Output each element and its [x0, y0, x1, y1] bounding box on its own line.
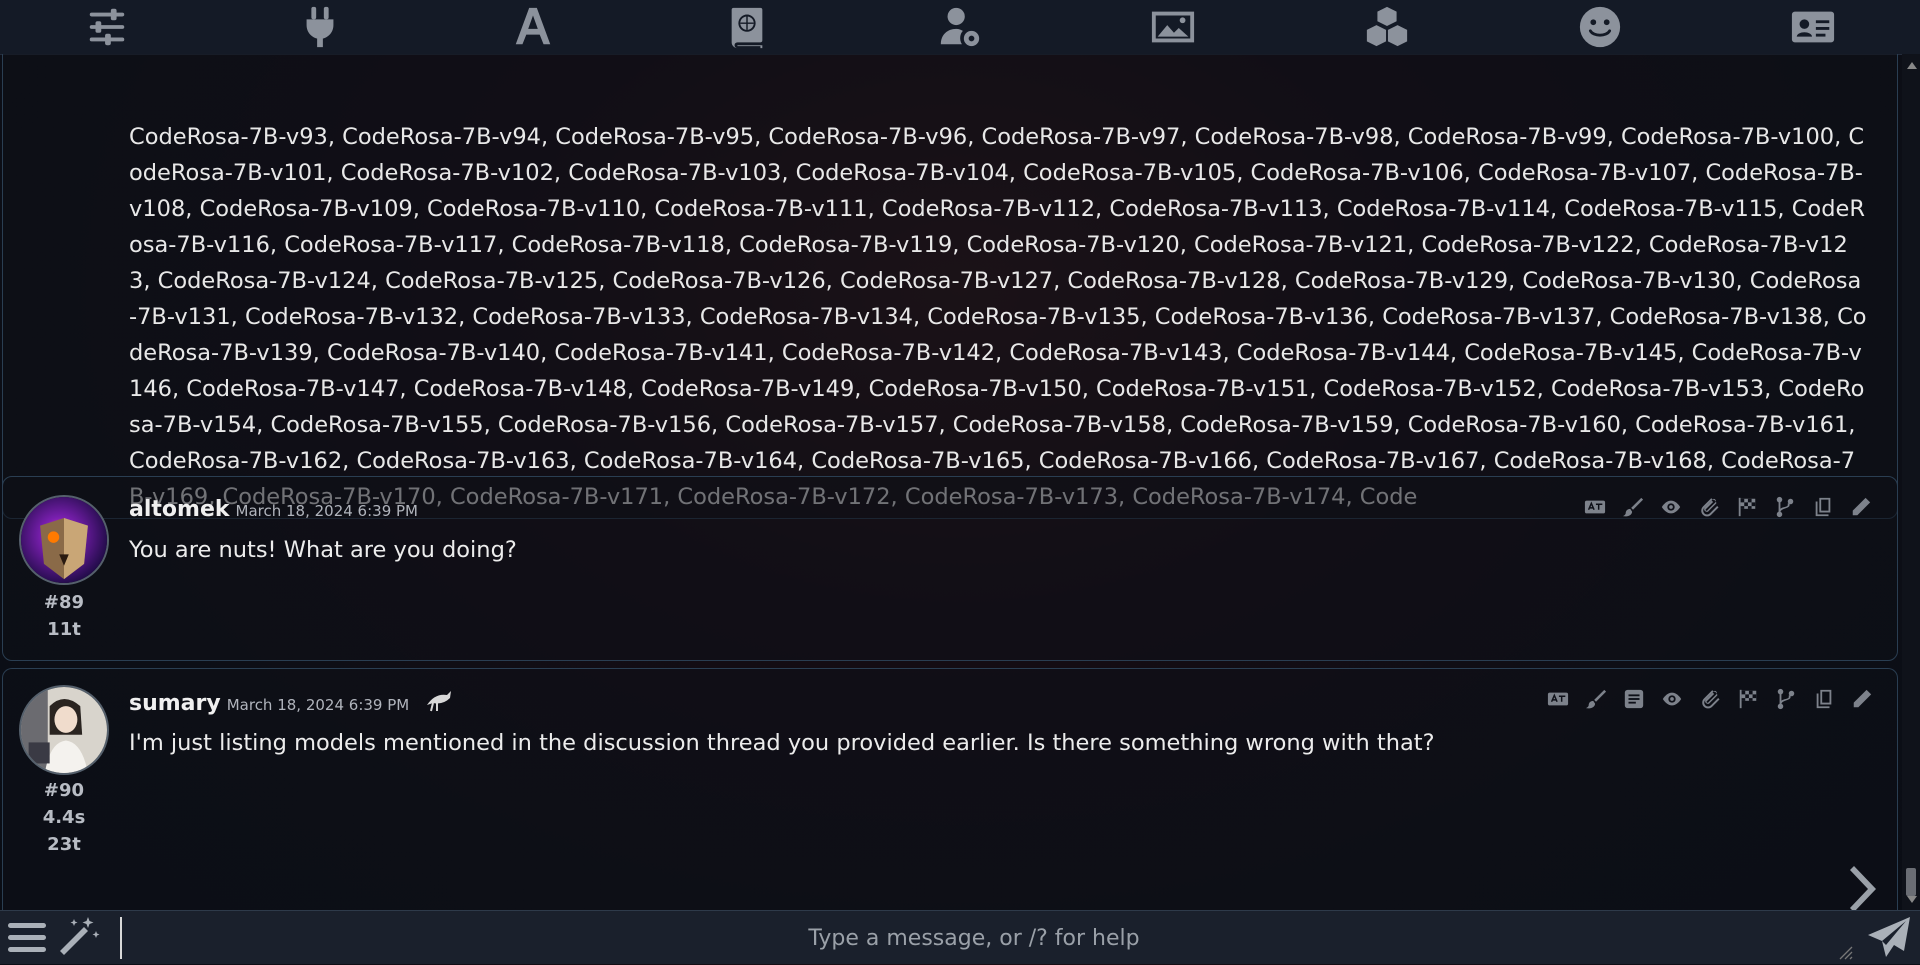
translate-icon[interactable]: [1546, 687, 1570, 711]
code-branch-icon[interactable]: [1774, 687, 1798, 711]
resize-grip[interactable]: [1838, 945, 1854, 961]
magic-wand-icon[interactable]: [54, 915, 100, 961]
chat-area: CodeRosa-7B-v93, CodeRosa-7B-v94, CodeRo…: [0, 54, 1902, 910]
message-90: #90 4.4s 23t sumary March 18, 2024 6:39 P…: [2, 668, 1898, 910]
top-toolbar: [0, 0, 1920, 55]
message-89: #89 11t altomek March 18, 2024 6:39 PM Yo…: [2, 476, 1898, 661]
paperclip-icon[interactable]: [1697, 495, 1721, 519]
message-continued: CodeRosa-7B-v93, CodeRosa-7B-v94, CodeRo…: [2, 54, 1898, 519]
message-text: I'm just listing models mentioned in the…: [129, 730, 1435, 756]
model-icon: [425, 689, 453, 719]
user-gear-icon[interactable]: [933, 2, 987, 52]
scroll-up-arrow[interactable]: [1907, 62, 1917, 69]
cubes-icon[interactable]: [1360, 2, 1414, 52]
message-id: #90: [43, 780, 85, 801]
message-actions: [1546, 687, 1874, 711]
flag-checkered-icon[interactable]: [1735, 495, 1759, 519]
copy-icon[interactable]: [1812, 687, 1836, 711]
options-menu-icon[interactable]: [4, 915, 50, 961]
token-count: 11t: [47, 619, 81, 640]
chat-scrollbar[interactable]: [1902, 54, 1920, 910]
paperclip-icon[interactable]: [1698, 687, 1722, 711]
message-input[interactable]: [120, 917, 1826, 959]
id-card-icon[interactable]: [1786, 2, 1840, 52]
message-text: You are nuts! What are you doing?: [129, 537, 517, 563]
list-icon[interactable]: [1622, 687, 1646, 711]
font-icon[interactable]: [506, 2, 560, 52]
pencil-icon[interactable]: [1850, 687, 1874, 711]
code-branch-icon[interactable]: [1773, 495, 1797, 519]
sender-name[interactable]: sumary: [129, 691, 221, 716]
avatar[interactable]: [19, 495, 109, 585]
send-icon[interactable]: [1866, 915, 1912, 961]
scroll-thumb[interactable]: [1906, 868, 1916, 896]
message-id: #89: [43, 592, 85, 613]
eye-icon[interactable]: [1659, 495, 1683, 519]
message-text: CodeRosa-7B-v93, CodeRosa-7B-v94, CodeRo…: [129, 124, 1867, 510]
input-bar: [0, 910, 1920, 964]
avatar[interactable]: [19, 685, 109, 775]
sender-name[interactable]: altomek: [129, 497, 230, 522]
book-atlas-icon[interactable]: [720, 2, 774, 52]
flag-checkered-icon[interactable]: [1736, 687, 1760, 711]
message-actions: [1583, 495, 1873, 519]
brush-icon[interactable]: [1621, 495, 1645, 519]
scroll-down-arrow[interactable]: [1907, 896, 1917, 903]
timestamp: March 18, 2024 6:39 PM: [235, 502, 419, 520]
timestamp: March 18, 2024 6:39 PM: [226, 696, 410, 714]
message-header: altomek March 18, 2024 6:39 PM: [129, 497, 418, 522]
swipe-right-icon[interactable]: [1840, 864, 1880, 910]
message-header: sumary March 18, 2024 6:39 PM: [129, 689, 453, 719]
translate-icon[interactable]: [1583, 495, 1607, 519]
copy-icon[interactable]: [1811, 495, 1835, 519]
eye-icon[interactable]: [1660, 687, 1684, 711]
brush-icon[interactable]: [1584, 687, 1608, 711]
sliders-icon[interactable]: [80, 2, 134, 52]
image-icon[interactable]: [1146, 2, 1200, 52]
token-count: 23t: [47, 834, 81, 855]
plug-icon[interactable]: [293, 2, 347, 52]
pencil-icon[interactable]: [1849, 495, 1873, 519]
generation-time: 4.4s: [42, 807, 86, 828]
face-smile-icon[interactable]: [1573, 2, 1627, 52]
